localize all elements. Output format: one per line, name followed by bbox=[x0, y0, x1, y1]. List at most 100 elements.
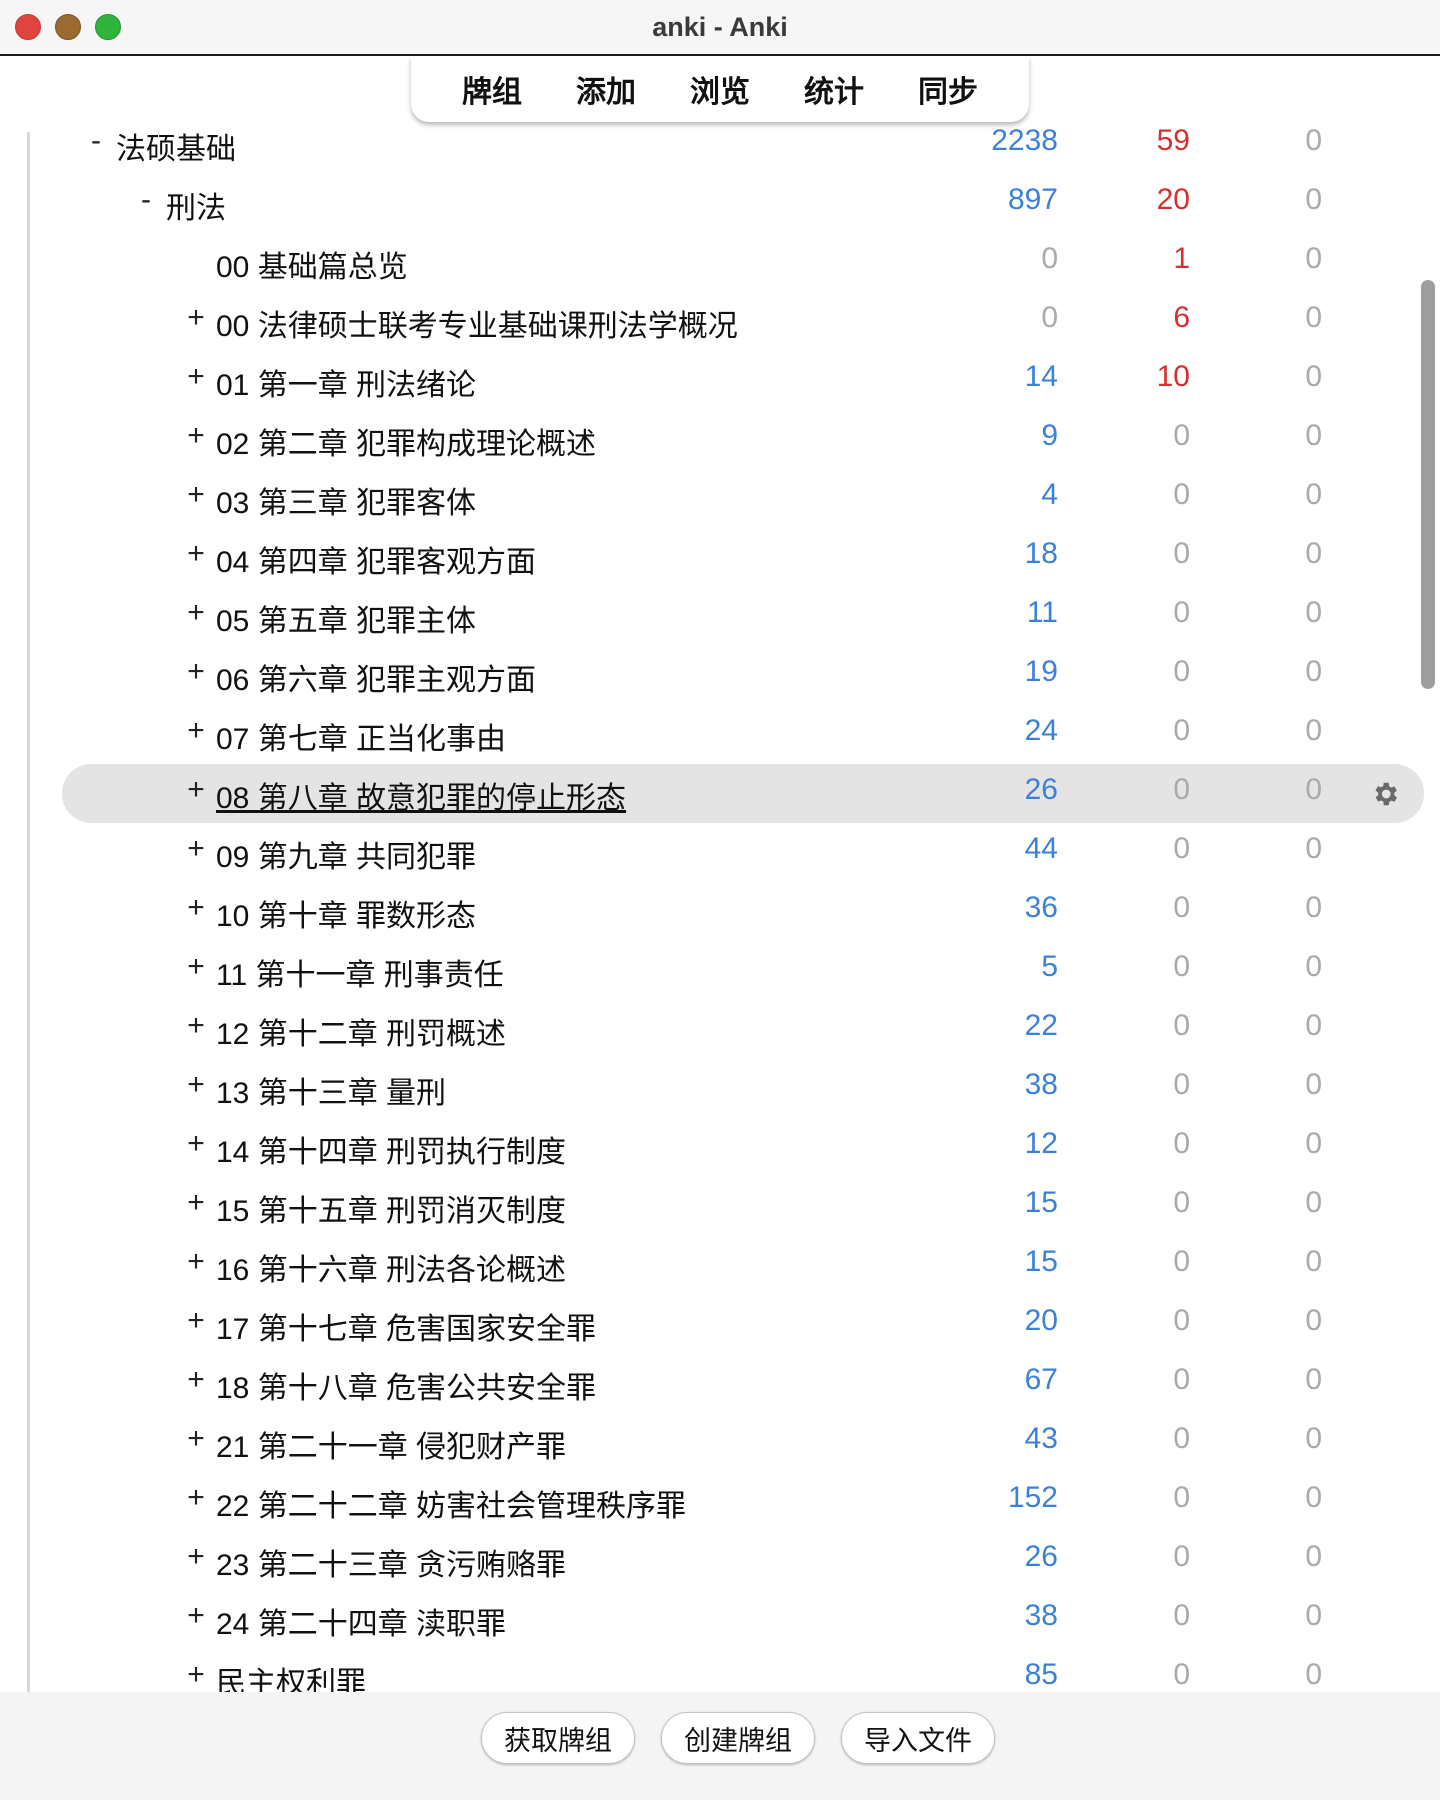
deck-row[interactable]: +00 法律硕士联考专业基础课刑法学概况 0 6 0 bbox=[0, 292, 1440, 351]
deck-name-link[interactable]: 08 第八章 故意犯罪的停止形态 bbox=[216, 773, 626, 817]
expand-toggle[interactable]: + bbox=[184, 1422, 208, 1456]
deck-name-link[interactable]: 24 第二十四章 渎职罪 bbox=[216, 1599, 506, 1643]
deck-name-link[interactable]: 05 第五章 犯罪主体 bbox=[216, 596, 476, 640]
new-count: 15 bbox=[1024, 1245, 1058, 1278]
deck-row[interactable]: + 民主权利罪 85 0 0 bbox=[0, 1649, 1440, 1692]
deck-name-link[interactable]: 16 第十六章 刑法各论概述 bbox=[216, 1245, 566, 1289]
expand-toggle[interactable]: + bbox=[184, 537, 208, 571]
expand-toggle[interactable]: + bbox=[184, 301, 208, 335]
expand-toggle[interactable]: + bbox=[184, 1363, 208, 1397]
expand-toggle[interactable]: + bbox=[184, 832, 208, 866]
deck-name-link[interactable]: 00 法律硕士联考专业基础课刑法学概况 bbox=[216, 301, 738, 345]
deck-row[interactable]: +02 第二章 犯罪构成理论概述 9 0 0 bbox=[0, 410, 1440, 469]
deck-row[interactable]: 00 基础篇总览 0 1 0 bbox=[0, 233, 1440, 292]
deck-name-link[interactable]: 13 第十三章 量刑 bbox=[216, 1068, 446, 1112]
expand-toggle[interactable]: + bbox=[184, 419, 208, 453]
learn-count: 1 bbox=[1173, 242, 1190, 275]
expand-toggle[interactable]: + bbox=[184, 773, 208, 807]
deck-name-link[interactable]: 00 基础篇总览 bbox=[216, 242, 408, 286]
import-file-button[interactable]: 导入文件 bbox=[841, 1712, 995, 1764]
expand-toggle[interactable]: + bbox=[184, 596, 208, 630]
learn-count: 20 bbox=[1156, 183, 1190, 216]
learn-count: 0 bbox=[1173, 478, 1190, 511]
deck-row[interactable]: - 刑法 897 20 0 bbox=[0, 174, 1440, 233]
deck-row[interactable]: +03 第三章 犯罪客体 4 0 0 bbox=[0, 469, 1440, 528]
expand-toggle[interactable]: + bbox=[184, 1009, 208, 1043]
learn-count: 0 bbox=[1173, 1068, 1190, 1101]
new-count: 44 bbox=[1024, 832, 1058, 865]
deck-name-link[interactable]: 23 第二十三章 贪污贿赂罪 bbox=[216, 1540, 566, 1584]
expand-toggle[interactable]: + bbox=[184, 1127, 208, 1161]
deck-list: - 法硕基础 2238 59 0- 刑法 897 20 0 00 基础篇总览 0 1 0 +00 法律硕士… bbox=[0, 115, 1440, 1692]
deck-row[interactable]: +18 第十八章 危害公共安全罪 67 0 0 bbox=[0, 1354, 1440, 1413]
expand-toggle[interactable]: + bbox=[184, 1186, 208, 1220]
deck-row[interactable]: +06 第六章 犯罪主观方面 19 0 0 bbox=[0, 646, 1440, 705]
expand-toggle[interactable]: + bbox=[184, 1068, 208, 1102]
deck-row-current[interactable]: +08 第八章 故意犯罪的停止形态 26 0 0 bbox=[0, 764, 1440, 823]
deck-row[interactable]: - 法硕基础 2238 59 0 bbox=[0, 115, 1440, 174]
expand-toggle[interactable]: + bbox=[184, 1658, 208, 1692]
deck-row[interactable]: +17 第十七章 危害国家安全罪 20 0 0 bbox=[0, 1295, 1440, 1354]
get-shared-decks-button[interactable]: 获取牌组 bbox=[481, 1712, 635, 1764]
deck-name-link[interactable]: 04 第四章 犯罪客观方面 bbox=[216, 537, 536, 581]
deck-name-link[interactable]: 03 第三章 犯罪客体 bbox=[216, 478, 476, 522]
deck-name-link[interactable]: 11 第十一章 刑事责任 bbox=[216, 950, 504, 994]
deck-row[interactable]: +01 第一章 刑法绪论 14 10 0 bbox=[0, 351, 1440, 410]
expand-toggle[interactable]: + bbox=[184, 655, 208, 689]
deck-row[interactable]: +13 第十三章 量刑 38 0 0 bbox=[0, 1059, 1440, 1118]
deck-name-link[interactable]: 17 第十七章 危害国家安全罪 bbox=[216, 1304, 596, 1348]
deck-name-link[interactable]: 18 第十八章 危害公共安全罪 bbox=[216, 1363, 596, 1407]
deck-row[interactable]: +09 第九章 共同犯罪 44 0 0 bbox=[0, 823, 1440, 882]
collapse-toggle[interactable]: - bbox=[134, 183, 158, 217]
deck-name-link[interactable]: 15 第十五章 刑罚消灭制度 bbox=[216, 1186, 566, 1230]
expand-toggle[interactable]: + bbox=[184, 478, 208, 512]
tab-browse[interactable]: 浏览 bbox=[686, 67, 754, 111]
expand-toggle[interactable]: + bbox=[184, 1599, 208, 1633]
deck-name-link[interactable]: 07 第七章 正当化事由 bbox=[216, 714, 506, 758]
deck-row[interactable]: +23 第二十三章 贪污贿赂罪 26 0 0 bbox=[0, 1531, 1440, 1590]
title-bar: anki - Anki bbox=[0, 0, 1440, 56]
new-count: 36 bbox=[1024, 891, 1058, 924]
deck-row[interactable]: +21 第二十一章 侵犯财产罪 43 0 0 bbox=[0, 1413, 1440, 1472]
deck-name-link[interactable]: 14 第十四章 刑罚执行制度 bbox=[216, 1127, 566, 1171]
deck-name-link[interactable]: 06 第六章 犯罪主观方面 bbox=[216, 655, 536, 699]
deck-name-link[interactable]: 09 第九章 共同犯罪 bbox=[216, 832, 476, 876]
expand-toggle[interactable]: + bbox=[184, 360, 208, 394]
expand-toggle[interactable]: + bbox=[184, 1540, 208, 1574]
deck-row[interactable]: +11 第十一章 刑事责任 5 0 0 bbox=[0, 941, 1440, 1000]
deck-row[interactable]: +07 第七章 正当化事由 24 0 0 bbox=[0, 705, 1440, 764]
deck-row[interactable]: +05 第五章 犯罪主体 11 0 0 bbox=[0, 587, 1440, 646]
deck-name-link[interactable]: 12 第十二章 刑罚概述 bbox=[216, 1009, 506, 1053]
create-deck-button[interactable]: 创建牌组 bbox=[661, 1712, 815, 1764]
deck-name-link[interactable]: 民主权利罪 bbox=[216, 1658, 366, 1692]
due-count: 0 bbox=[1305, 1186, 1322, 1219]
deck-name-link[interactable]: 刑法 bbox=[166, 183, 226, 227]
deck-row[interactable]: +16 第十六章 刑法各论概述 15 0 0 bbox=[0, 1236, 1440, 1295]
deck-name-link[interactable]: 02 第二章 犯罪构成理论概述 bbox=[216, 419, 596, 463]
deck-name-link[interactable]: 21 第二十一章 侵犯财产罪 bbox=[216, 1422, 566, 1466]
tab-decks[interactable]: 牌组 bbox=[458, 67, 526, 111]
deck-row[interactable]: +04 第四章 犯罪客观方面 18 0 0 bbox=[0, 528, 1440, 587]
deck-row[interactable]: +24 第二十四章 渎职罪 38 0 0 bbox=[0, 1590, 1440, 1649]
expand-toggle[interactable]: + bbox=[184, 714, 208, 748]
expand-toggle[interactable]: + bbox=[184, 1481, 208, 1515]
tab-stats[interactable]: 统计 bbox=[800, 67, 868, 111]
deck-name-link[interactable]: 22 第二十二章 妨害社会管理秩序罪 bbox=[216, 1481, 686, 1525]
expand-toggle[interactable]: + bbox=[184, 950, 208, 984]
tab-add[interactable]: 添加 bbox=[572, 67, 640, 111]
deck-name-link[interactable]: 10 第十章 罪数形态 bbox=[216, 891, 476, 935]
deck-row[interactable]: +12 第十二章 刑罚概述 22 0 0 bbox=[0, 1000, 1440, 1059]
deck-row[interactable]: +15 第十五章 刑罚消灭制度 15 0 0 bbox=[0, 1177, 1440, 1236]
deck-name-link[interactable]: 01 第一章 刑法绪论 bbox=[216, 360, 476, 404]
expand-toggle[interactable]: + bbox=[184, 891, 208, 925]
deck-row[interactable]: +14 第十四章 刑罚执行制度 12 0 0 bbox=[0, 1118, 1440, 1177]
deck-row[interactable]: +10 第十章 罪数形态 36 0 0 bbox=[0, 882, 1440, 941]
expand-toggle[interactable]: + bbox=[184, 1245, 208, 1279]
gear-icon[interactable] bbox=[1370, 779, 1400, 809]
tab-sync[interactable]: 同步 bbox=[914, 67, 982, 111]
collapse-toggle[interactable]: - bbox=[84, 124, 108, 158]
deck-name-link[interactable]: 法硕基础 bbox=[116, 124, 236, 168]
expand-toggle[interactable]: + bbox=[184, 1304, 208, 1338]
deck-row[interactable]: +22 第二十二章 妨害社会管理秩序罪 152 0 0 bbox=[0, 1472, 1440, 1531]
vertical-scrollbar[interactable] bbox=[1421, 280, 1435, 689]
